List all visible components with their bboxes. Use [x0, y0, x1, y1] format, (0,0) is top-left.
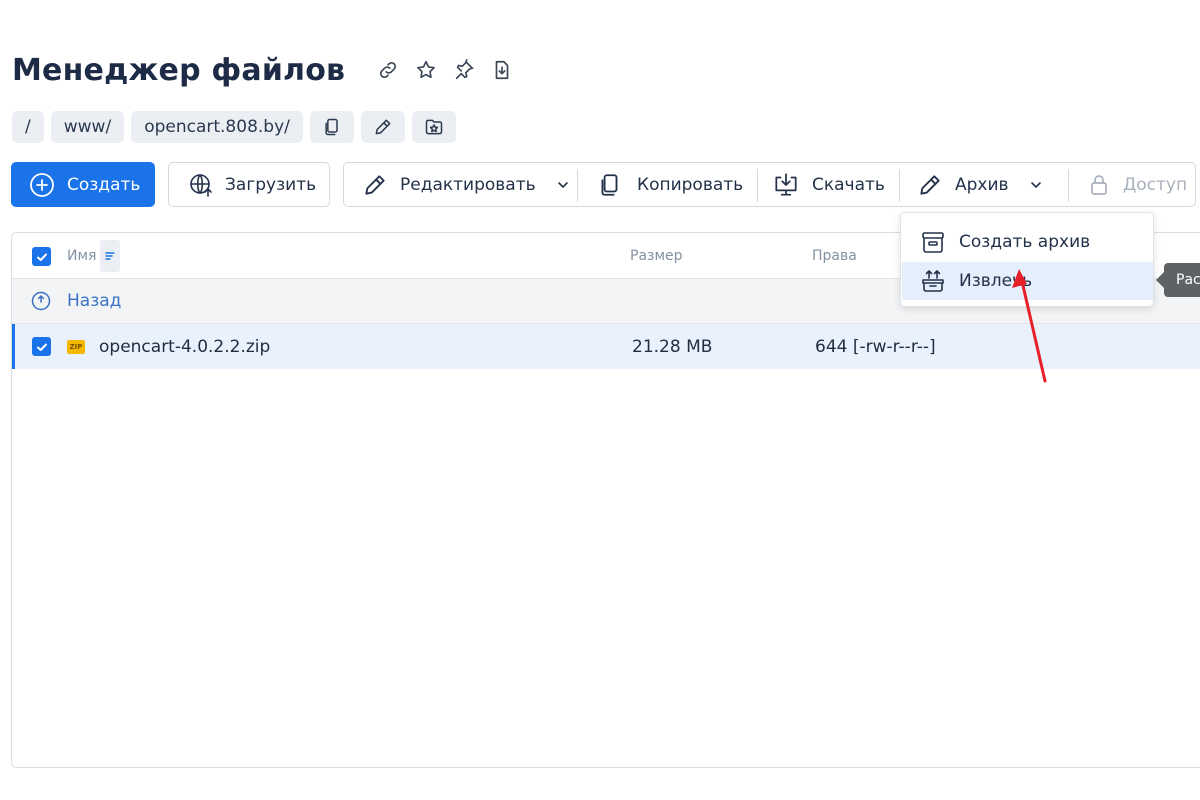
file-name[interactable]: opencart-4.0.2.2.zip	[99, 324, 270, 369]
copy-icon	[325, 118, 338, 136]
back-label: Назад	[67, 291, 122, 311]
lock-icon	[1091, 174, 1107, 195]
bookmark-star-icon	[425, 119, 443, 135]
tooltip-arrow	[1156, 272, 1164, 288]
sort-icon	[105, 252, 116, 260]
zip-file-icon: ZIP	[67, 324, 85, 369]
sort-button[interactable]	[100, 240, 121, 272]
copy-icon	[601, 173, 618, 196]
access-button[interactable]: Доступ	[1087, 163, 1187, 206]
toolbar-divider	[899, 169, 900, 202]
copy-path-button[interactable]	[309, 111, 354, 143]
breadcrumb-root[interactable]: /	[12, 111, 44, 143]
copy-label: Копировать	[637, 174, 744, 195]
access-label: Доступ	[1123, 174, 1188, 195]
link-icon[interactable]	[369, 53, 407, 87]
edit-button[interactable]: Редактировать	[362, 163, 570, 206]
chevron-down-icon	[1030, 181, 1041, 188]
zip-badge: ZIP	[67, 339, 85, 354]
title-actions	[369, 53, 521, 87]
pencil-icon	[365, 174, 385, 195]
globe-upload-icon	[190, 173, 212, 197]
toolbar: Создать Загрузить Редактировать Копирова…	[11, 162, 1196, 207]
chevron-down-icon	[557, 181, 568, 188]
download-doc-icon[interactable]	[483, 53, 521, 87]
plus-circle-icon	[30, 172, 54, 197]
title-row: Менеджер файлов	[12, 50, 521, 90]
edit-label: Редактировать	[400, 174, 536, 195]
toolbar-divider	[757, 169, 758, 202]
star-icon[interactable]	[407, 53, 445, 87]
bookmark-path-button[interactable]	[411, 111, 456, 143]
edit-path-button[interactable]	[360, 111, 405, 143]
file-size: 21.28 MB	[632, 336, 713, 357]
annotation-arrow	[1012, 269, 1047, 383]
pin-icon[interactable]	[445, 53, 483, 87]
column-name-header[interactable]: Имя	[67, 233, 121, 279]
copy-button[interactable]: Копировать	[597, 163, 743, 206]
file-actions-group: Редактировать Копировать Скачать Архив Д…	[343, 162, 1196, 207]
extract-icon	[922, 270, 944, 292]
checkmark-icon	[36, 343, 47, 351]
column-name-label: Имя	[67, 248, 97, 264]
breadcrumb: / www/ opencart.808.by/	[12, 111, 456, 143]
pencil-icon	[375, 119, 391, 135]
breadcrumb-current[interactable]: opencart.808.by/	[131, 111, 303, 143]
download-monitor-icon	[775, 172, 797, 196]
toolbar-divider	[577, 169, 578, 202]
upload-button[interactable]: Загрузить	[168, 162, 330, 207]
menu-item-label: Создать архив	[959, 232, 1091, 252]
page-title: Менеджер файлов	[12, 52, 346, 88]
select-all-checkbox[interactable]	[32, 247, 51, 266]
column-perms-header[interactable]: Права	[812, 233, 857, 279]
toolbar-divider	[1068, 169, 1069, 202]
create-button[interactable]: Создать	[11, 162, 155, 207]
create-label: Создать	[67, 174, 141, 195]
tooltip: Рас	[1164, 263, 1200, 297]
archive-label: Архив	[955, 174, 1009, 195]
download-label: Скачать	[812, 174, 885, 195]
row-checkbox[interactable]	[32, 337, 51, 356]
upload-label: Загрузить	[225, 174, 317, 195]
archive-button[interactable]: Архив	[917, 163, 1043, 206]
back-clock-icon	[31, 291, 51, 311]
column-size-header[interactable]: Размер	[630, 233, 683, 279]
download-button[interactable]: Скачать	[772, 163, 885, 206]
file-permissions: 644 [-rw-r--r--]	[815, 336, 936, 357]
pencil-icon	[920, 174, 940, 195]
checkmark-icon	[36, 253, 47, 261]
archive-box-icon	[922, 232, 944, 253]
breadcrumb-www[interactable]: www/	[50, 111, 125, 143]
